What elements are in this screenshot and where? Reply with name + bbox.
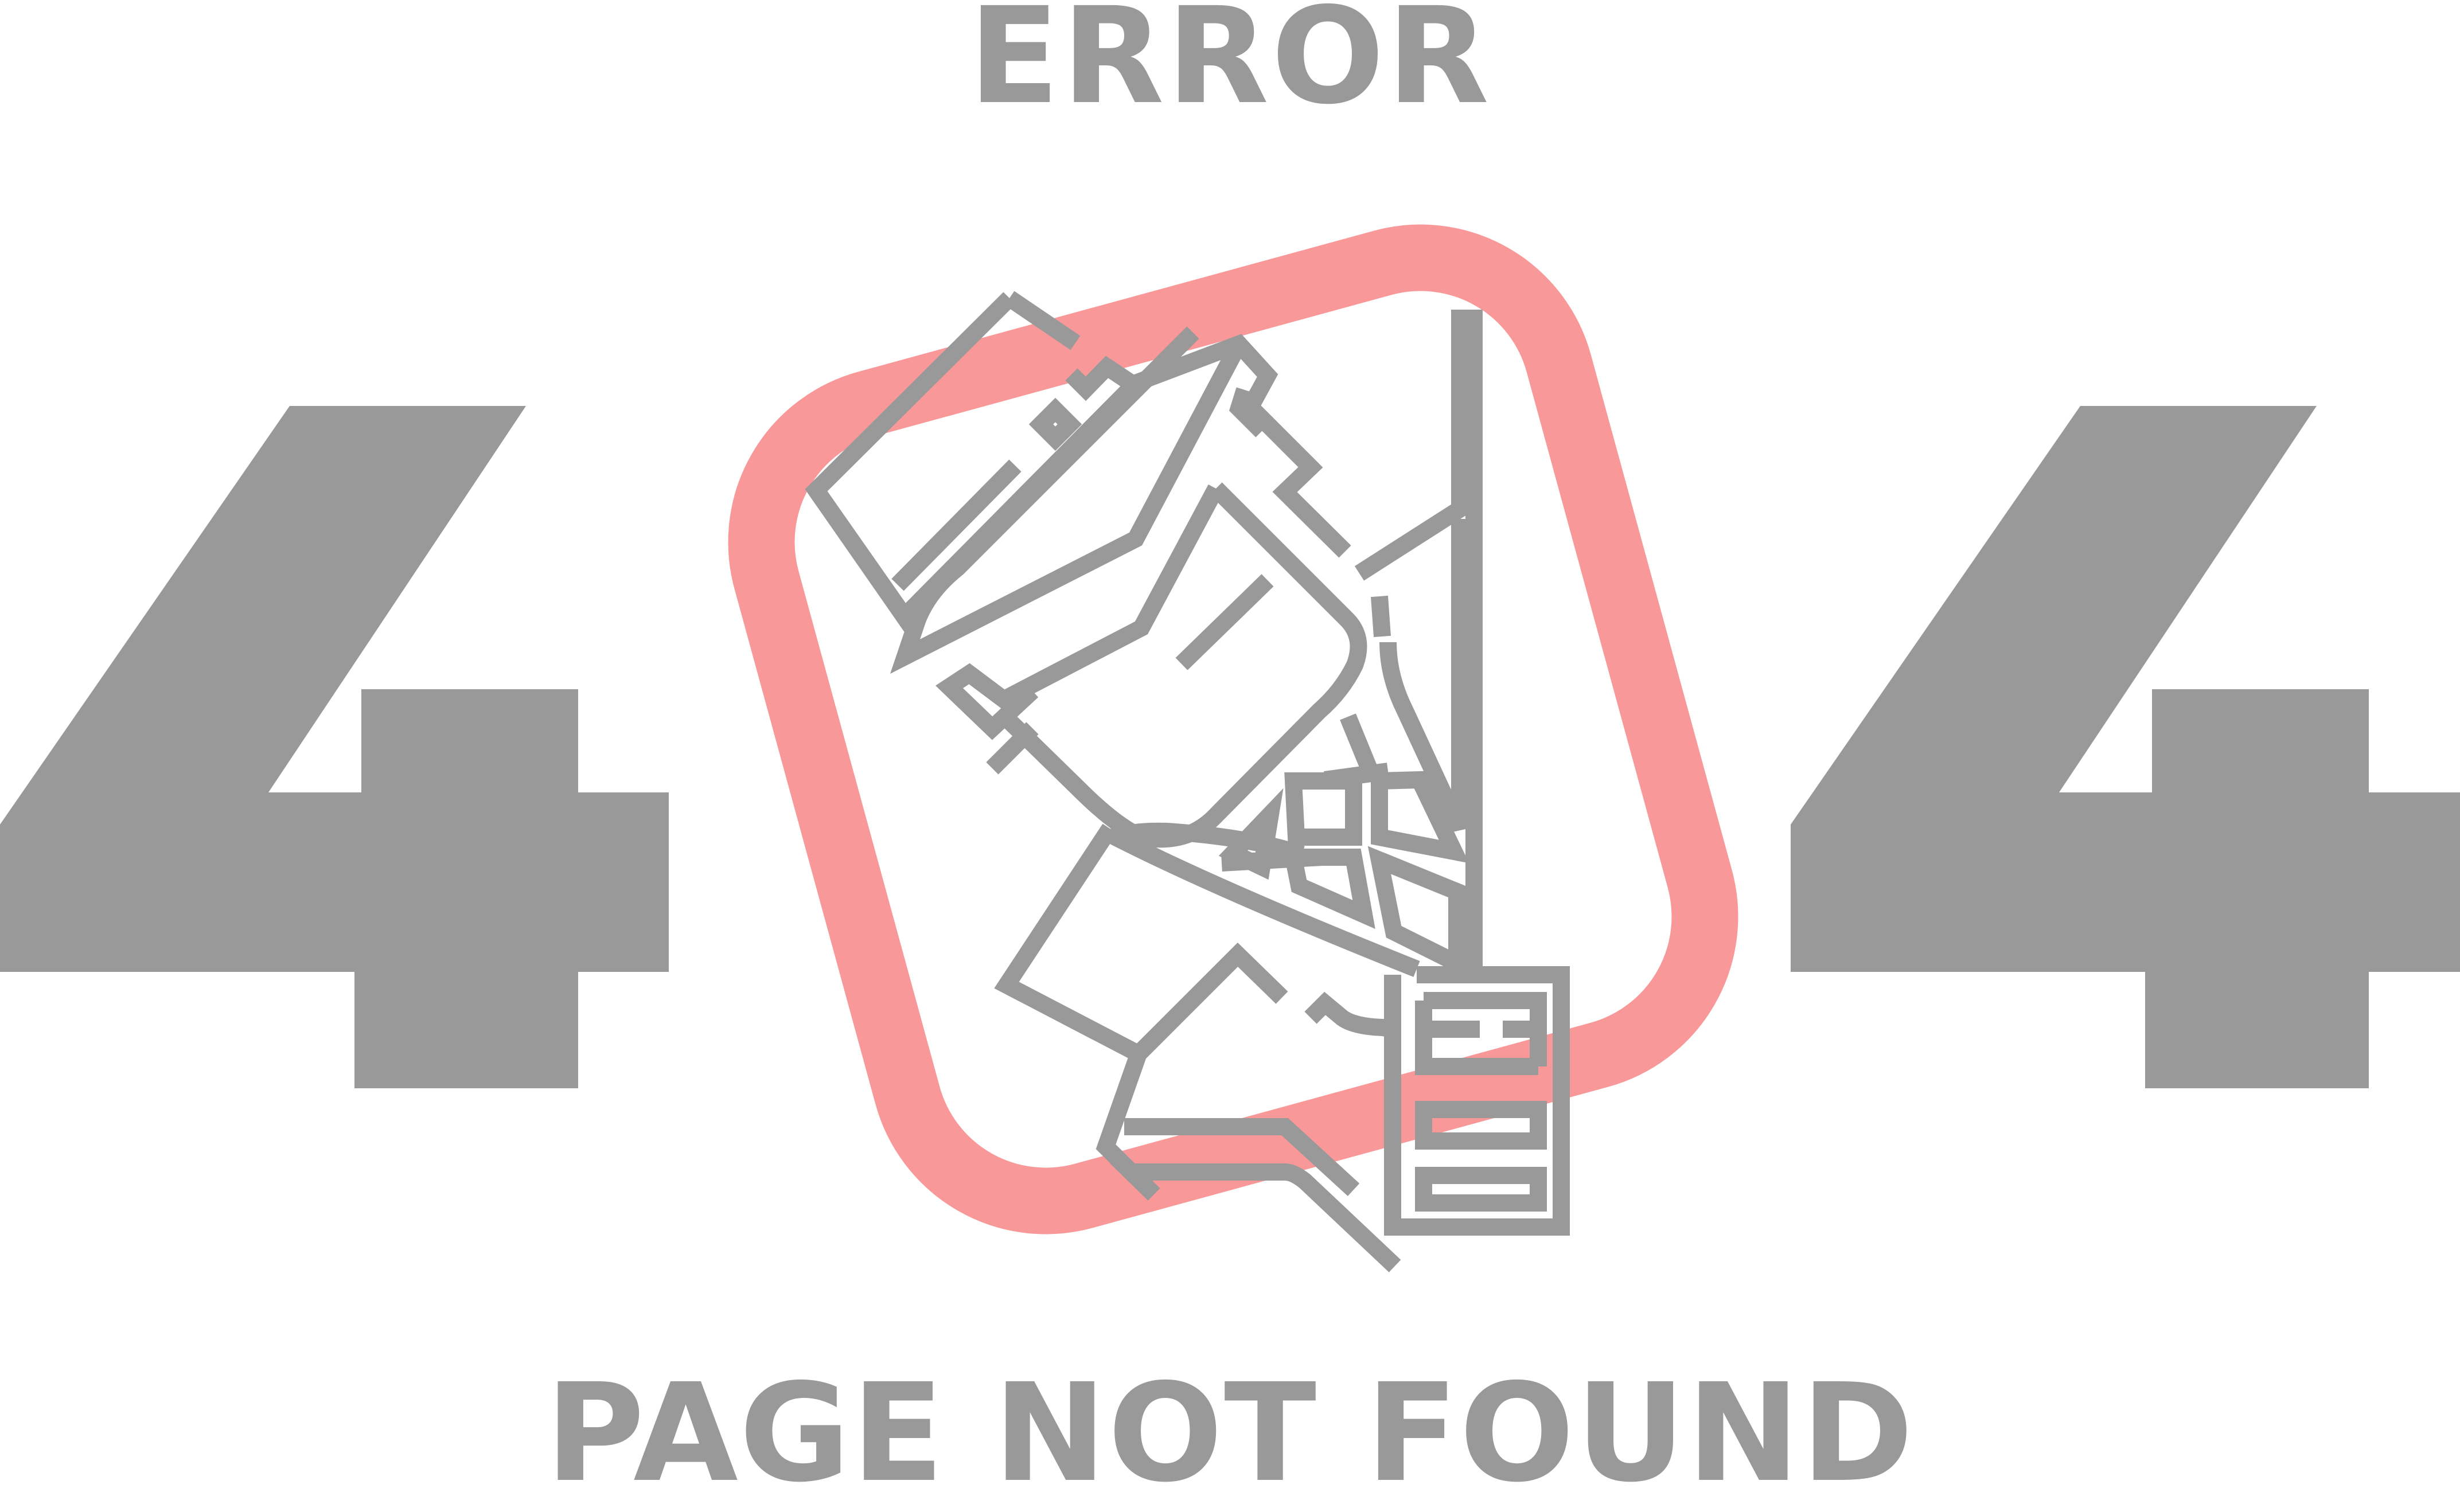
right-digit-four (1791, 406, 2460, 1088)
page-not-found-title: PAGE NOT FOUND (545, 1354, 1915, 1512)
error-404-illustration (0, 224, 2460, 1272)
zero-rounded-frame (728, 224, 1738, 1234)
left-digit-four (0, 406, 669, 1088)
